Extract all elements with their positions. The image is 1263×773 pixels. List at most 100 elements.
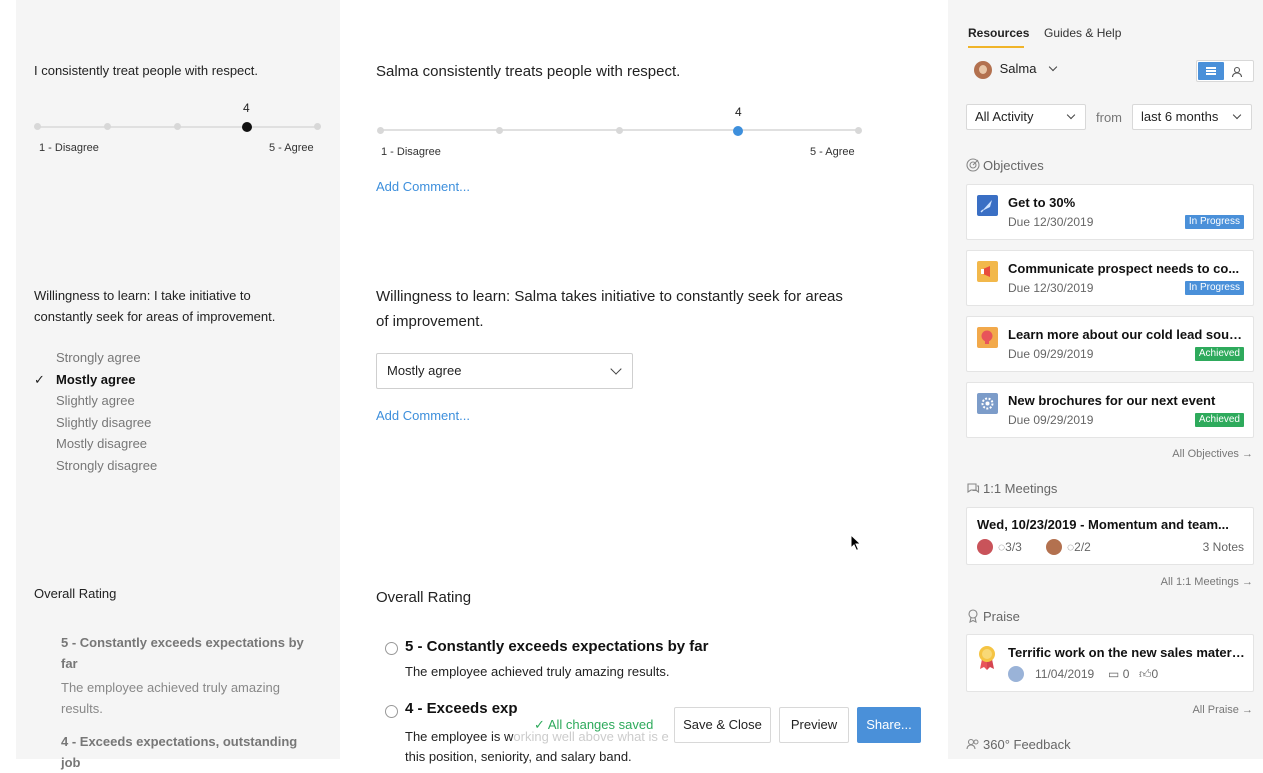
- meeting-notes-count: 3 Notes: [1202, 540, 1244, 554]
- medal-icon: [977, 645, 997, 671]
- overall-rating-title: Overall Rating: [376, 589, 472, 606]
- question-respect: Salma consistently treats people with re…: [376, 63, 681, 80]
- question-learning: Willingness to learn: Salma takes initia…: [376, 288, 843, 330]
- save-status: ✓ All changes saved: [534, 717, 654, 732]
- self-option: Strongly agree: [56, 350, 141, 365]
- save-toolbar: ✓ All changes saved Save & Close Preview…: [528, 707, 928, 743]
- feedback-section-title: 360° Feedback: [966, 737, 1071, 752]
- share-button[interactable]: Share...: [857, 707, 921, 743]
- meeting-progress-b: ◌2/2: [1067, 540, 1091, 554]
- people-icon: [966, 738, 979, 750]
- manager-review-column: Salma consistently treats people with re…: [340, 0, 948, 764]
- objective-card[interactable]: Learn more about our cold lead sourc... …: [966, 316, 1254, 372]
- rating-radio-4[interactable]: [385, 705, 398, 718]
- self-scale-point-4-selected: [242, 122, 252, 132]
- self-option: Slightly agree: [56, 393, 135, 409]
- self-option: Strongly disagree: [56, 457, 158, 473]
- all-objectives-link[interactable]: All Objectives →: [1172, 448, 1253, 460]
- praise-section-title: Praise: [966, 609, 1020, 624]
- self-question-learning: Willingness to learn: I take initiative …: [34, 288, 276, 324]
- self-option-selected: ✓ Mostly agree: [34, 369, 157, 391]
- add-comment-link[interactable]: Add Comment...: [376, 408, 470, 423]
- chevron-down-icon: [1232, 110, 1242, 120]
- all-meetings-link[interactable]: All 1:1 Meetings →: [1161, 576, 1253, 588]
- rating-scale-point-3[interactable]: [616, 127, 623, 134]
- self-option: Slightly disagree: [56, 414, 152, 430]
- status-badge: In Progress: [1184, 281, 1244, 295]
- self-scale-point-3: [174, 123, 181, 130]
- rating-option-5-title: 5 - Constantly exceeds expectations by f…: [405, 638, 709, 655]
- tab-guides-help[interactable]: Guides & Help: [1044, 26, 1121, 48]
- checkmark-icon: ✓: [34, 371, 45, 387]
- objective-card[interactable]: New brochures for our next event Due 09/…: [966, 382, 1254, 438]
- avatar: [974, 61, 992, 79]
- self-scale-min-label: 1 - Disagree: [39, 142, 99, 154]
- view-toggle: [1196, 60, 1254, 82]
- self-question-respect: I consistently treat people with respect…: [34, 63, 259, 78]
- comment-icon: ▭: [1108, 667, 1120, 681]
- add-comment-link[interactable]: Add Comment...: [376, 179, 470, 194]
- rating-scale-point-2[interactable]: [496, 127, 503, 134]
- meeting-progress-a: ◌3/3: [998, 540, 1022, 554]
- award-icon: [968, 609, 978, 623]
- target-icon: [966, 158, 980, 172]
- chevron-down-icon: [1048, 63, 1058, 72]
- rating-scale-point-5[interactable]: [855, 127, 862, 134]
- list-view-icon[interactable]: [1198, 62, 1224, 80]
- praise-date: 11/04/2019: [1035, 667, 1095, 681]
- from-label: from: [1096, 110, 1122, 125]
- learning-agreement-select[interactable]: Mostly agree: [376, 353, 633, 389]
- praise-likes[interactable]: 👍︎0: [1139, 667, 1158, 682]
- meeting-card[interactable]: Wed, 10/23/2019 - Momentum and team... ◌…: [966, 507, 1254, 565]
- brain-icon: [977, 327, 998, 348]
- thumbs-up-icon: 👍︎: [1139, 667, 1152, 681]
- rating-option-4-title: 4 - Exceeds exp: [405, 700, 518, 717]
- praise-comments[interactable]: ▭ 0: [1108, 667, 1129, 681]
- self-review-column: I consistently treat people with respect…: [16, 0, 340, 770]
- checkmark-icon: ✓: [534, 717, 545, 732]
- preview-button[interactable]: Preview: [779, 707, 849, 743]
- all-praise-link[interactable]: All Praise →: [1192, 704, 1253, 716]
- objective-card[interactable]: Get to 30% Due 12/30/2019 In Progress: [966, 184, 1254, 240]
- avatar: [977, 539, 993, 555]
- rating-scale-value: 4: [735, 105, 742, 119]
- resources-sidebar: Resources Guides & Help Salma All Activi…: [948, 0, 1263, 759]
- rating-scale-max-label: 5 - Agree: [810, 146, 855, 158]
- meetings-section-title: 1:1 Meetings: [966, 481, 1057, 496]
- tab-resources[interactable]: Resources: [968, 26, 1029, 48]
- save-close-button[interactable]: Save & Close: [674, 707, 771, 743]
- praise-card[interactable]: Terrific work on the new sales material …: [966, 634, 1254, 692]
- time-range-dropdown[interactable]: last 6 months: [1132, 104, 1252, 130]
- self-scale-point-2: [104, 123, 111, 130]
- rating-radio-5[interactable]: [385, 642, 398, 655]
- rating-scale-min-label: 1 - Disagree: [381, 146, 441, 158]
- self-rating-option-5: 5 - Constantly exceeds expectations by f…: [61, 635, 304, 716]
- self-learning-options: Strongly agree ✓ Mostly agree Slightly a…: [34, 347, 158, 477]
- self-scale-value: 4: [243, 101, 250, 115]
- status-badge: Achieved: [1194, 413, 1244, 427]
- avatar: [1008, 666, 1024, 682]
- objective-card[interactable]: Communicate prospect needs to co... Due …: [966, 250, 1254, 306]
- rating-option-5-desc: The employee achieved truly amazing resu…: [405, 664, 670, 679]
- status-badge: In Progress: [1184, 215, 1244, 229]
- chevron-down-icon: [610, 363, 622, 375]
- rating-scale-point-4-selected[interactable]: [733, 126, 743, 136]
- objectives-section-title: Objectives: [966, 158, 1044, 173]
- activity-filter-dropdown[interactable]: All Activity: [966, 104, 1086, 130]
- self-scale-max-label: 5 - Agree: [269, 142, 314, 154]
- rocket-icon: [977, 195, 998, 216]
- chevron-down-icon: [1066, 110, 1076, 120]
- self-option: Mostly disagree: [56, 436, 148, 452]
- megaphone-icon: [977, 261, 998, 282]
- rating-scale-point-1[interactable]: [377, 127, 384, 134]
- status-badge: Achieved: [1194, 347, 1244, 361]
- chat-icon: [967, 483, 980, 494]
- person-selector[interactable]: Salma: [974, 61, 1058, 79]
- avatar: [1046, 539, 1062, 555]
- self-scale-point-1: [34, 123, 41, 130]
- self-rating-option-4: 4 - Exceeds expectations, outstanding jo…: [61, 734, 298, 770]
- person-view-icon[interactable]: [1231, 65, 1243, 83]
- self-overall-rating-title: Overall Rating: [34, 586, 117, 601]
- gear-icon: [977, 393, 998, 414]
- self-scale-point-5: [314, 123, 321, 130]
